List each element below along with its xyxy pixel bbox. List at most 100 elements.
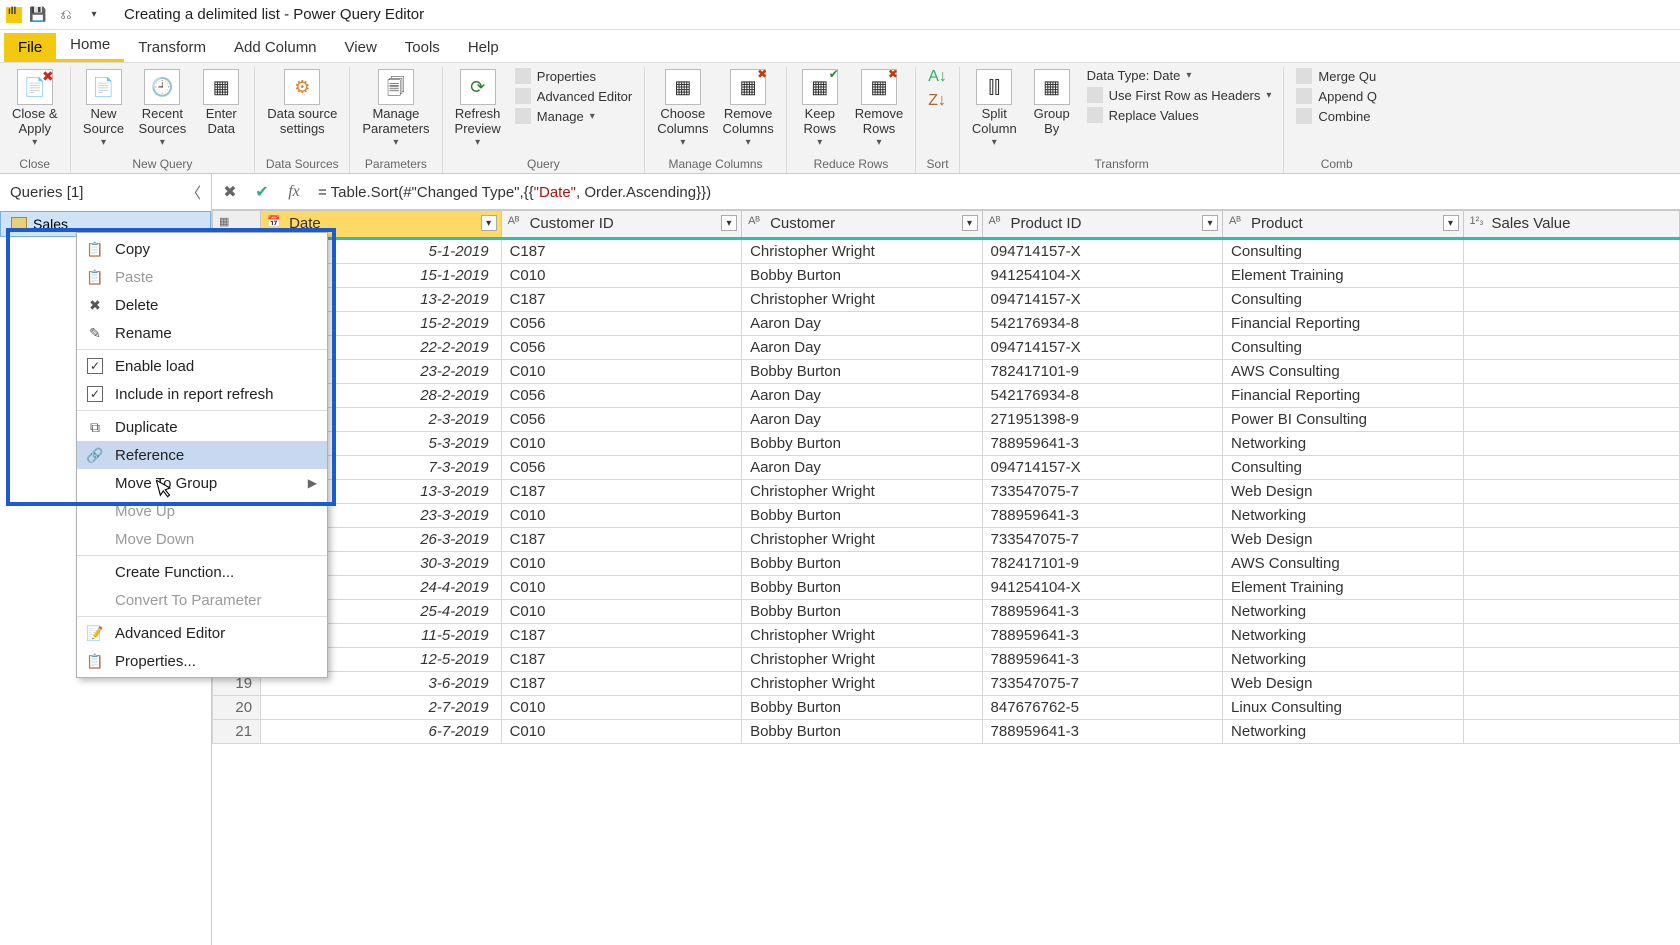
close-icon: 📄 <box>17 69 53 105</box>
filter-dropdown-icon[interactable]: ▾ <box>721 215 737 231</box>
combine-files-button[interactable]: Combine <box>1292 107 1381 125</box>
tab-add-column[interactable]: Add Column <box>220 33 331 62</box>
parameters-icon: 🗐 <box>378 69 414 105</box>
tab-help[interactable]: Help <box>454 33 513 62</box>
table-row[interactable]: 30-3-2019C010Bobby Burton782417101-9AWS … <box>213 552 1680 576</box>
table-row[interactable]: 22-2-2019C056Aaron Day094714157-XConsult… <box>213 336 1680 360</box>
merge-queries-button[interactable]: Merge Qu <box>1292 67 1381 85</box>
customer-id-cell: C056 <box>501 384 741 408</box>
customer-id-cell: C010 <box>501 576 741 600</box>
formula-cancel-icon[interactable]: ✖ <box>218 180 242 204</box>
cm-move-to-group[interactable]: Move To Group▶ <box>77 469 327 497</box>
cm-copy[interactable]: 📋Copy <box>77 235 327 263</box>
formula-fx-icon[interactable]: fx <box>282 180 306 204</box>
filter-dropdown-icon[interactable]: ▾ <box>1443 215 1459 231</box>
product-cell: Element Training <box>1223 264 1463 288</box>
table-row[interactable]: 2-3-2019C056Aaron Day271951398-9Power BI… <box>213 408 1680 432</box>
col-sales-value[interactable]: 1²₃Sales Value <box>1463 211 1679 239</box>
table-row[interactable]: 193-6-2019C187Christopher Wright73354707… <box>213 672 1680 696</box>
data-type-button[interactable]: Data Type: Date ▾ <box>1083 67 1276 84</box>
recent-sources-button[interactable]: 🕘Recent Sources▾ <box>135 67 191 150</box>
keep-rows-button[interactable]: ▦✔Keep Rows▾ <box>795 67 845 150</box>
table-row[interactable]: 13-2-2019C187Christopher Wright094714157… <box>213 288 1680 312</box>
remove-rows-button[interactable]: ▦✖Remove Rows▾ <box>851 67 907 150</box>
product-id-cell: 788959641-3 <box>982 432 1222 456</box>
formula-input[interactable]: = Table.Sort(#"Changed Type",{{"Date", O… <box>314 181 1674 203</box>
table-row[interactable]: 24-4-2019C010Bobby Burton941254104-XElem… <box>213 576 1680 600</box>
new-source-button[interactable]: 📄New Source▾ <box>79 67 129 150</box>
enter-data-button[interactable]: ▦Enter Data <box>196 67 246 139</box>
table-row[interactable]: 1812-5-2019C187Christopher Wright7889596… <box>213 648 1680 672</box>
table-row[interactable]: 23-3-2019C010Bobby Burton788959641-3Netw… <box>213 504 1680 528</box>
refresh-preview-button[interactable]: ⟳Refresh Preview▾ <box>451 67 505 150</box>
tab-transform[interactable]: Transform <box>124 33 220 62</box>
remove-columns-button[interactable]: ▦✖Remove Columns▾ <box>718 67 777 150</box>
group-by-button[interactable]: ▦Group By <box>1027 67 1077 139</box>
tab-tools[interactable]: Tools <box>391 33 454 62</box>
table-row[interactable]: 26-3-2019C187Christopher Wright733547075… <box>213 528 1680 552</box>
data-source-settings-button[interactable]: ⚙Data source settings <box>263 67 341 139</box>
cm-delete[interactable]: ✖Delete <box>77 291 327 319</box>
group-by-icon: ▦ <box>1034 69 1070 105</box>
cm-include-refresh[interactable]: ✓Include in report refresh <box>77 380 327 408</box>
sort-asc-button[interactable]: A↓ <box>924 67 951 87</box>
sort-desc-button[interactable]: Z↓ <box>924 91 951 111</box>
cm-reference[interactable]: 🔗Reference <box>77 441 327 469</box>
product-cell: Consulting <box>1223 456 1463 480</box>
tab-view[interactable]: View <box>331 33 391 62</box>
table-row[interactable]: 216-7-2019C010Bobby Burton788959641-3Net… <box>213 720 1680 744</box>
filter-dropdown-icon[interactable]: ▾ <box>481 215 497 231</box>
sales-value-cell <box>1463 672 1679 696</box>
col-sales-value-label: Sales Value <box>1492 215 1571 232</box>
tab-file[interactable]: File <box>4 33 56 62</box>
data-table-scroll[interactable]: ▦ 📅Date▾ AᴮCustomer ID▾ AᴮCustomer▾ AᴮPr… <box>212 210 1680 945</box>
advanced-editor-button[interactable]: Advanced Editor <box>511 87 636 105</box>
merge-label: Merge Qu <box>1318 69 1376 84</box>
qat-customize-icon[interactable]: ▾ <box>82 3 106 27</box>
table-row[interactable]: 11-5-2019C187Christopher Wright788959641… <box>213 624 1680 648</box>
queries-header[interactable]: Queries [1] 〈 <box>0 174 211 211</box>
replace-values-button[interactable]: Replace Values <box>1083 106 1276 124</box>
collapse-chevron-icon[interactable]: 〈 <box>186 182 201 203</box>
table-row[interactable]: 23-2-2019C010Bobby Burton782417101-9AWS … <box>213 360 1680 384</box>
customer-cell: Bobby Burton <box>742 696 982 720</box>
filter-dropdown-icon[interactable]: ▾ <box>1202 215 1218 231</box>
manage-button[interactable]: Manage ▾ <box>511 107 636 125</box>
formula-accept-icon[interactable]: ✔ <box>250 180 274 204</box>
cm-enable-load[interactable]: ✓Enable load <box>77 352 327 380</box>
qat-undo-icon[interactable]: ⎌ <box>54 3 78 27</box>
first-row-headers-button[interactable]: Use First Row as Headers ▾ <box>1083 86 1276 104</box>
table-row[interactable]: 5-1-2019C187Christopher Wright094714157-… <box>213 239 1680 264</box>
customer-cell: Christopher Wright <box>742 239 982 264</box>
close-apply-button[interactable]: 📄 Close & Apply▾ <box>8 67 62 150</box>
properties-button[interactable]: Properties <box>511 67 636 85</box>
cm-advanced-editor[interactable]: 📝Advanced Editor <box>77 619 327 647</box>
table-row[interactable]: 28-2-2019C056Aaron Day542176934-8Financi… <box>213 384 1680 408</box>
formula-prefix: = Table.Sort(#"Changed Type",{{ <box>318 184 534 201</box>
cm-rename[interactable]: ✎Rename <box>77 319 327 347</box>
col-customer[interactable]: AᴮCustomer▾ <box>742 211 982 239</box>
table-row[interactable]: 5-3-2019C010Bobby Burton788959641-3Netwo… <box>213 432 1680 456</box>
table-row[interactable]: 7-3-2019C056Aaron Day094714157-XConsulti… <box>213 456 1680 480</box>
cm-create-function[interactable]: Create Function... <box>77 558 327 586</box>
customer-cell: Christopher Wright <box>742 528 982 552</box>
split-column-button[interactable]: ⫿⫿Split Column▾ <box>968 67 1021 150</box>
col-customer-id-label: Customer ID <box>530 215 614 232</box>
product-cell: Linux Consulting <box>1223 696 1463 720</box>
table-row[interactable]: 25-4-2019C010Bobby Burton788959641-3Netw… <box>213 600 1680 624</box>
tab-home[interactable]: Home <box>56 30 124 62</box>
qat-save-icon[interactable]: 💾 <box>26 3 50 27</box>
cm-duplicate[interactable]: ⧉Duplicate <box>77 413 327 441</box>
choose-columns-button[interactable]: ▦Choose Columns▾ <box>653 67 712 150</box>
table-row[interactable]: 13-3-2019C187Christopher Wright733547075… <box>213 480 1680 504</box>
manage-parameters-button[interactable]: 🗐Manage Parameters▾ <box>358 67 433 150</box>
col-product-id[interactable]: AᴮProduct ID▾ <box>982 211 1222 239</box>
table-row[interactable]: 15-2-2019C056Aaron Day542176934-8Financi… <box>213 312 1680 336</box>
cm-properties[interactable]: 📋Properties... <box>77 647 327 675</box>
append-queries-button[interactable]: Append Q <box>1292 87 1381 105</box>
table-row[interactable]: 202-7-2019C010Bobby Burton847676762-5Lin… <box>213 696 1680 720</box>
filter-dropdown-icon[interactable]: ▾ <box>962 215 978 231</box>
table-row[interactable]: 15-1-2019C010Bobby Burton941254104-XElem… <box>213 264 1680 288</box>
col-customer-id[interactable]: AᴮCustomer ID▾ <box>501 211 741 239</box>
col-product[interactable]: AᴮProduct▾ <box>1223 211 1463 239</box>
